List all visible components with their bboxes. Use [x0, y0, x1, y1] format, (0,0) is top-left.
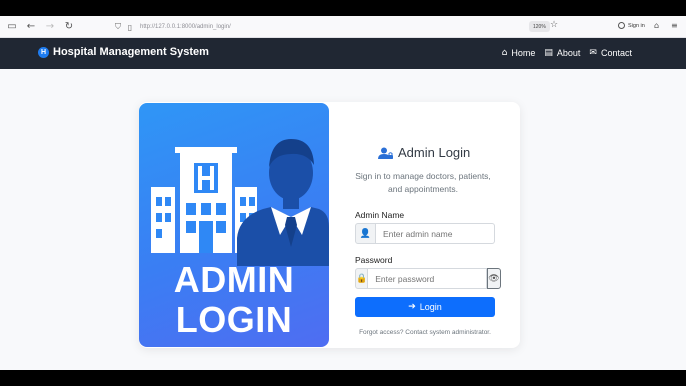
password-input[interactable] — [368, 268, 488, 289]
nav-item-label: Home — [511, 48, 536, 58]
page-icon: ▯ — [127, 22, 133, 32]
admin-name-input[interactable] — [376, 223, 495, 244]
login-button[interactable]: ➔ Login — [355, 297, 495, 317]
nav-item-about[interactable]: ▤ About — [544, 48, 580, 58]
brand-title: Hospital Management System — [53, 46, 209, 58]
browser-toolbar: ▭ ← → ↻ ⛉ ▯ http://127.0.0.1:8000/admin_… — [0, 16, 686, 38]
sign-in-button[interactable]: Sign in — [618, 22, 645, 29]
extensions-icon[interactable]: ⌂ — [654, 21, 659, 30]
sign-in-label: Sign in — [628, 22, 645, 29]
login-card: ADMIN LOGIN Admin Login Sign in to manag… — [139, 102, 520, 348]
reload-icon[interactable]: ↻ — [61, 19, 77, 35]
form-title: Admin Login — [398, 145, 471, 160]
sign-in-arrow-icon: ➔ — [408, 302, 416, 312]
menu-hamburger-icon[interactable]: ≡ — [671, 21, 678, 30]
app-navbar: H Hospital Management System ⌂ Home ▤ Ab… — [0, 38, 686, 69]
forgot-access-text: Forgot access? Contact system administra… — [359, 329, 491, 336]
home-icon: ⌂ — [501, 48, 508, 58]
account-icon — [618, 22, 625, 29]
zoom-level-badge[interactable]: 120% — [529, 21, 550, 32]
hero-title-line1: ADMIN — [173, 259, 295, 300]
sidebar-toggle-icon[interactable]: ▭ — [4, 19, 20, 35]
nav-item-label: Contact — [600, 48, 632, 58]
admin-login-illustration: ADMIN LOGIN — [139, 103, 329, 347]
show-password-eye-icon[interactable]: 👁 — [487, 268, 501, 289]
url-text[interactable]: http://127.0.0.1:8000/admin_login/ — [140, 24, 567, 30]
envelope-icon: ✉ — [589, 48, 597, 58]
form-heading: Admin Login — [378, 145, 470, 160]
brand-link[interactable]: H Hospital Management System — [38, 46, 209, 58]
password-label: Password — [355, 255, 393, 265]
nav-item-label: About — [556, 48, 581, 58]
login-button-label: Login — [419, 302, 442, 312]
nav-item-contact[interactable]: ✉ Contact — [589, 48, 632, 58]
shield-icon: ⛉ — [115, 22, 121, 31]
admin-name-group: 👤 — [355, 223, 495, 244]
browser-viewport: ▭ ← → ↻ ⛉ ▯ http://127.0.0.1:8000/admin_… — [0, 16, 686, 370]
forward-arrow-icon[interactable]: → — [42, 19, 58, 35]
password-group: 🔒 👁 — [355, 268, 501, 289]
bookmark-star-icon[interactable]: ☆ — [550, 20, 558, 30]
hero-title-line2: LOGIN — [175, 299, 293, 340]
admin-name-label: Admin Name — [355, 210, 405, 220]
address-bar[interactable]: ⛉ ▯ http://127.0.0.1:8000/admin_login/ — [112, 20, 567, 34]
id-card-icon: ▤ — [544, 48, 553, 58]
user-icon: 👤 — [355, 223, 376, 244]
form-subtitle: Sign in to manage doctors, patients, and… — [355, 171, 491, 194]
nav-item-home[interactable]: ⌂ Home — [502, 48, 536, 58]
lock-icon: 🔒 — [355, 268, 369, 289]
back-arrow-icon[interactable]: ← — [23, 19, 39, 35]
hospital-h-icon: H — [38, 46, 49, 58]
nav-menu: ⌂ Home ▤ About ✉ Contact — [502, 48, 632, 58]
user-lock-icon — [378, 147, 393, 159]
